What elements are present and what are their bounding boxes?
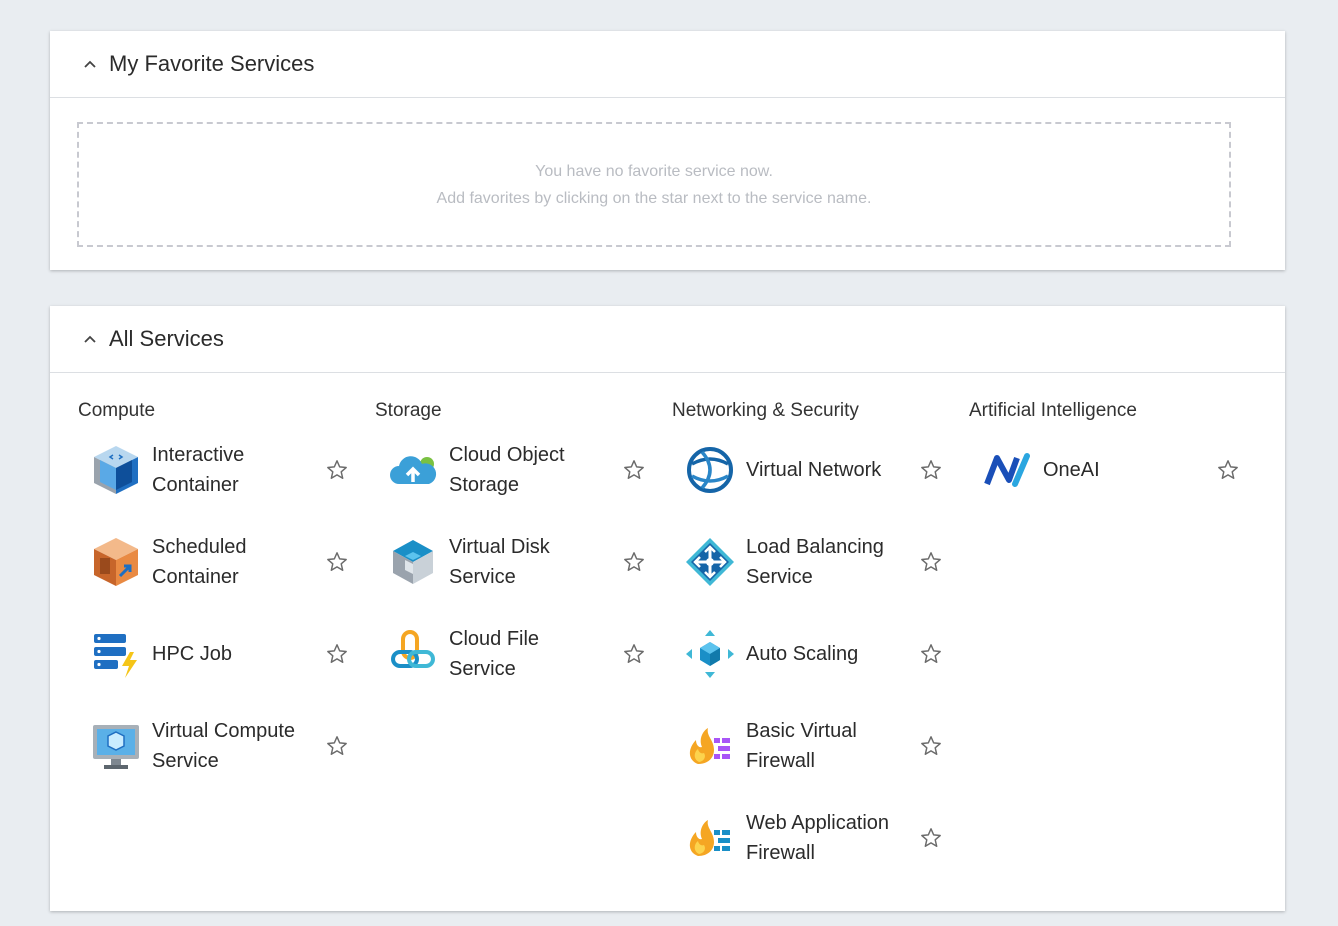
load-balancer-icon bbox=[684, 536, 736, 588]
service-virtual-network[interactable]: Virtual Network bbox=[672, 435, 942, 505]
favorite-services-title: My Favorite Services bbox=[109, 51, 315, 76]
service-label: Cloud File Service bbox=[449, 628, 540, 680]
service-hpc-job[interactable]: HPC Job bbox=[78, 619, 348, 689]
chevron-up-icon[interactable] bbox=[83, 332, 97, 346]
star-icon[interactable] bbox=[623, 643, 645, 665]
service-label: Virtual Network bbox=[746, 459, 882, 481]
star-icon[interactable] bbox=[326, 551, 348, 573]
favorites-empty-placeholder: You have no favorite service now. Add fa… bbox=[77, 122, 1231, 247]
all-services-title: All Services bbox=[109, 326, 224, 351]
star-icon[interactable] bbox=[326, 459, 348, 481]
interactive-container-icon bbox=[90, 444, 142, 496]
hpc-job-icon bbox=[90, 628, 142, 680]
star-icon[interactable] bbox=[1217, 459, 1239, 481]
service-load-balancing[interactable]: Load Balancing Service bbox=[672, 527, 942, 597]
service-label: Load Balancing Service bbox=[746, 536, 884, 588]
star-icon[interactable] bbox=[920, 827, 942, 849]
service-label: Basic Virtual Firewall bbox=[746, 720, 857, 772]
firewall-purple-icon bbox=[684, 720, 736, 772]
empty-message-line1: You have no favorite service now. bbox=[535, 162, 773, 180]
service-label: Virtual Compute Service bbox=[152, 720, 296, 772]
oneai-logo-icon bbox=[981, 444, 1033, 496]
scheduled-container-icon bbox=[90, 536, 142, 588]
service-auto-scaling[interactable]: Auto Scaling bbox=[672, 619, 942, 689]
service-label: OneAI bbox=[1043, 459, 1100, 481]
service-basic-virtual-firewall[interactable]: Basic Virtual Firewall bbox=[672, 711, 942, 781]
service-interactive-container[interactable]: Interactive Container bbox=[78, 435, 348, 505]
service-label: Virtual Disk Service bbox=[449, 536, 550, 588]
service-label: Interactive Container bbox=[152, 444, 245, 496]
service-label: Auto Scaling bbox=[746, 643, 859, 665]
favorite-services-panel: My Favorite Services You have no favorit… bbox=[50, 31, 1285, 270]
star-icon[interactable] bbox=[920, 735, 942, 757]
service-label: Scheduled Container bbox=[152, 536, 247, 588]
cloud-file-link-icon bbox=[387, 628, 439, 680]
star-icon[interactable] bbox=[326, 735, 348, 757]
service-label: Web Application Firewall bbox=[746, 812, 890, 864]
virtual-network-globe-icon bbox=[684, 444, 736, 496]
cloud-upload-icon bbox=[387, 444, 439, 496]
auto-scaling-icon bbox=[684, 628, 736, 680]
category-title: Networking & Security bbox=[672, 400, 859, 421]
category-storage: Storage Cloud Object Storage Virtual Dis… bbox=[375, 398, 645, 680]
service-oneai[interactable]: OneAI bbox=[969, 435, 1239, 505]
service-cloud-file[interactable]: Cloud File Service bbox=[375, 619, 645, 689]
empty-message-line2: Add favorites by clicking on the star ne… bbox=[436, 189, 872, 207]
service-cloud-object-storage[interactable]: Cloud Object Storage bbox=[375, 435, 645, 505]
service-virtual-disk[interactable]: Virtual Disk Service bbox=[375, 527, 645, 597]
star-icon[interactable] bbox=[623, 459, 645, 481]
category-title: Storage bbox=[375, 400, 442, 421]
favorite-services-header[interactable]: My Favorite Services bbox=[50, 31, 1285, 98]
virtual-compute-icon bbox=[90, 720, 142, 772]
service-virtual-compute[interactable]: Virtual Compute Service bbox=[78, 711, 348, 781]
virtual-disk-icon bbox=[387, 536, 439, 588]
category-artificial-intelligence: Artificial Intelligence OneAI bbox=[969, 398, 1239, 487]
chevron-up-icon[interactable] bbox=[83, 57, 97, 71]
service-label: HPC Job bbox=[152, 643, 233, 665]
category-networking-security: Networking & Security Virtual Network Lo… bbox=[672, 398, 942, 864]
firewall-blue-icon bbox=[684, 812, 736, 864]
service-label: Cloud Object Storage bbox=[449, 444, 565, 496]
star-icon[interactable] bbox=[920, 551, 942, 573]
category-title: Artificial Intelligence bbox=[969, 400, 1137, 421]
category-title: Compute bbox=[78, 400, 156, 421]
all-services-panel: All Services Compute Interactive Contain… bbox=[50, 306, 1285, 911]
star-icon[interactable] bbox=[326, 643, 348, 665]
category-compute: Compute Interactive Container Scheduled … bbox=[78, 398, 348, 772]
all-services-header[interactable]: All Services bbox=[50, 306, 1285, 373]
star-icon[interactable] bbox=[920, 459, 942, 481]
service-web-application-firewall[interactable]: Web Application Firewall bbox=[672, 803, 942, 873]
star-icon[interactable] bbox=[920, 643, 942, 665]
service-scheduled-container[interactable]: Scheduled Container bbox=[78, 527, 348, 597]
star-icon[interactable] bbox=[623, 551, 645, 573]
